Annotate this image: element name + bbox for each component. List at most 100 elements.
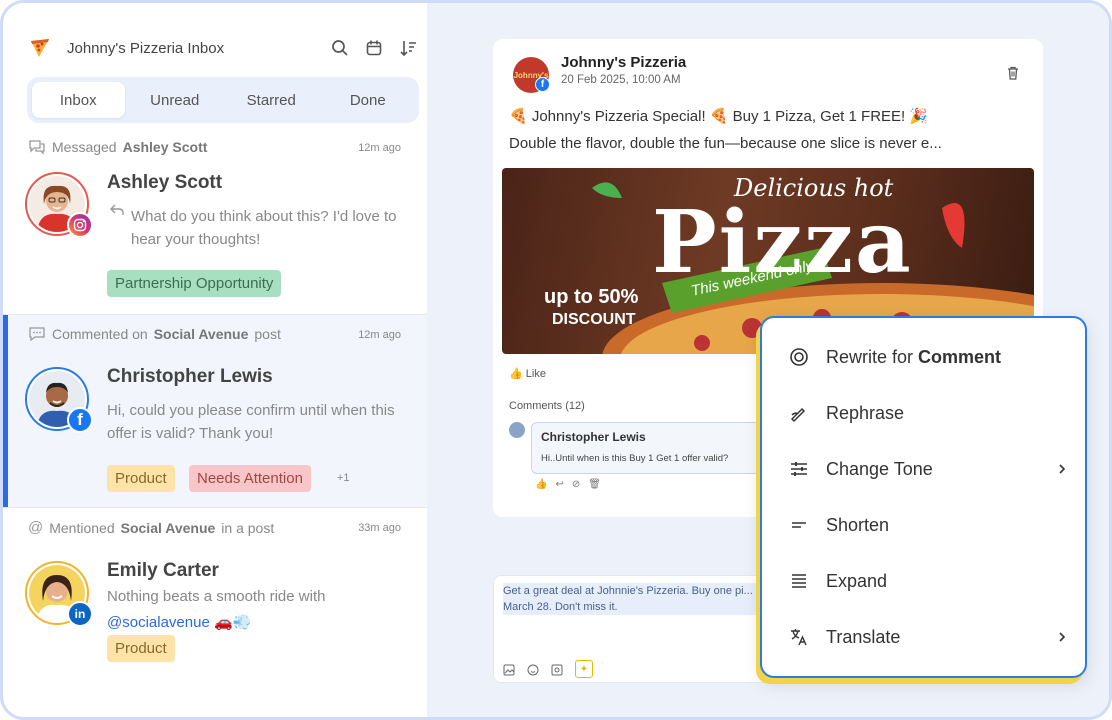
message-preview: Hi, could you please confirm until when … [107, 402, 395, 442]
menu-item-expand[interactable]: Expand [788, 567, 1068, 595]
inbox-header: Johnny's Pizzeria Inbox [29, 36, 419, 60]
avatar: f [25, 367, 93, 433]
tab-inbox[interactable]: Inbox [32, 82, 125, 118]
inbox-title: Johnny's Pizzeria Inbox [67, 39, 225, 57]
tone-icon [788, 458, 810, 480]
message-preview: What do you think about this? I'd love t… [131, 208, 397, 248]
avatar: in [25, 561, 93, 627]
hide-icon[interactable]: ⊘ [572, 479, 580, 490]
tab-unread[interactable]: Unread [129, 82, 222, 118]
reply-icon [110, 204, 124, 215]
emoji-icon[interactable] [527, 663, 539, 676]
meta-target: Social Avenue [153, 326, 249, 342]
calendar-icon[interactable] [363, 37, 385, 59]
instagram-icon [67, 212, 93, 238]
image-discount-line1: up to 50% [544, 286, 639, 308]
comment-actions: 👍 ↩ ⊘ 🗑 [535, 479, 601, 490]
menu-label: Rewrite for [826, 346, 919, 367]
linkedin-icon: in [67, 601, 93, 627]
conversation-time: 12m ago [358, 142, 401, 154]
inbox-panel: Johnny's Pizzeria Inbox Inbox Unread Sta… [3, 3, 427, 717]
delete-icon[interactable]: 🗑 [588, 479, 601, 490]
message-icon [29, 140, 45, 155]
meta-action: Messaged [52, 139, 117, 155]
contact-name: Ashley Scott [107, 172, 223, 193]
meta-action: Commented on [52, 326, 148, 342]
tag-partnership: Partnership Opportunity [107, 270, 282, 297]
conversation-meta: Commented on Social Avenue post [28, 326, 281, 342]
post-author: Johnny's Pizzeria [561, 54, 687, 71]
pizza-logo-icon [31, 39, 49, 57]
menu-label-bold: Comment [918, 346, 1002, 367]
conversation-time: 12m ago [358, 329, 401, 341]
like-icon[interactable]: 👍 [535, 479, 547, 490]
facebook-icon: f [67, 407, 93, 433]
like-label: Like [525, 368, 546, 380]
reply-icon[interactable]: ↩ [555, 479, 563, 490]
post-text-line2: Double the flavor, double the fun—becaus… [509, 135, 942, 152]
conversation-item-selected[interactable]: Commented on Social Avenue post 12m ago … [3, 315, 427, 507]
menu-label: Shorten [826, 514, 890, 535]
conversation-meta: Messaged Ashley Scott [28, 139, 207, 155]
translate-icon [788, 626, 810, 648]
meta-action: Mentioned [49, 519, 115, 536]
chevron-right-icon [1059, 464, 1066, 474]
like-button[interactable]: 👍 Like [509, 367, 546, 380]
menu-label: Change Tone [826, 458, 933, 479]
mention-icon: @ [28, 519, 44, 536]
post-date: 20 Feb 2025, 10:00 AM [561, 74, 681, 86]
menu-item-rewrite[interactable]: Rewrite for Comment [788, 343, 1068, 371]
meta-target: Social Avenue [120, 519, 216, 536]
menu-item-shorten[interactable]: Shorten [788, 511, 1068, 539]
menu-item-change-tone[interactable]: Change Tone [788, 455, 1068, 483]
chevron-right-icon [1059, 632, 1066, 642]
menu-label: Translate [826, 626, 901, 647]
inbox-tabs: Inbox Unread Starred Done [27, 77, 419, 123]
ai-rewrite-menu: Rewrite for Comment Rephrase Change Tone… [760, 316, 1087, 678]
commenter-avatar [509, 422, 525, 438]
avatar [25, 172, 93, 238]
post-text-line1: 🍕 Johnny's Pizzeria Special! 🍕 Buy 1 Piz… [509, 108, 929, 125]
rewrite-icon [788, 346, 810, 368]
tab-starred[interactable]: Starred [225, 82, 318, 118]
delete-icon[interactable] [1005, 65, 1021, 81]
app-window: Johnny's Pizzeria Inbox Inbox Unread Sta… [0, 0, 1112, 720]
meta-suffix: post [254, 326, 281, 342]
menu-label: Rephrase [826, 402, 905, 423]
expand-icon [788, 570, 810, 592]
comment-icon [29, 327, 45, 342]
facebook-icon: f [535, 77, 550, 92]
tab-done[interactable]: Done [322, 82, 415, 118]
contact-name: Emily Carter [107, 560, 219, 581]
search-icon[interactable] [329, 37, 351, 59]
mention-link[interactable]: @socialavenue 🚗💨 [107, 611, 407, 634]
comment-bubble: Christopher Lewis Hi..Until when is this… [531, 422, 771, 474]
tag-product: Product [107, 635, 175, 662]
conversation-item[interactable]: @ Mentioned Social Avenue in a post 33m … [3, 508, 427, 703]
contact-name: Christopher Lewis [107, 366, 273, 387]
tag-product: Product [107, 465, 175, 492]
comment-author: Christopher Lewis [541, 430, 646, 444]
sort-icon[interactable] [397, 37, 419, 59]
meta-target: Ashley Scott [122, 139, 208, 155]
media-icon[interactable] [551, 663, 563, 676]
tag-needs-attention: Needs Attention [189, 465, 311, 492]
composer-toolbar: ✦ [503, 660, 593, 678]
reply-composer[interactable]: Get a great deal at Johnnie's Pizzeria. … [493, 575, 783, 683]
comment-text: Hi..Until when is this Buy 1 Get 1 offer… [541, 453, 729, 464]
shorten-icon [788, 514, 810, 536]
menu-label: Expand [826, 570, 888, 591]
conversation-meta: @ Mentioned Social Avenue in a post [28, 519, 274, 536]
comments-count: Comments (12) [509, 400, 585, 412]
image-discount-line2: DISCOUNT [552, 311, 636, 328]
conversation-item[interactable]: Messaged Ashley Scott 12m ago Ashley Sco… [3, 128, 427, 314]
reply-text[interactable]: Get a great deal at Johnnie's Pizzeria. … [503, 583, 763, 615]
more-tags-count[interactable]: +1 [337, 472, 350, 484]
ai-assist-icon[interactable]: ✦ [575, 660, 593, 678]
rephrase-icon [788, 402, 810, 424]
conversation-time: 33m ago [358, 522, 401, 534]
meta-suffix: in a post [221, 519, 275, 536]
menu-item-translate[interactable]: Translate [788, 623, 1068, 651]
menu-item-rephrase[interactable]: Rephrase [788, 399, 1068, 427]
image-icon[interactable] [503, 663, 515, 676]
